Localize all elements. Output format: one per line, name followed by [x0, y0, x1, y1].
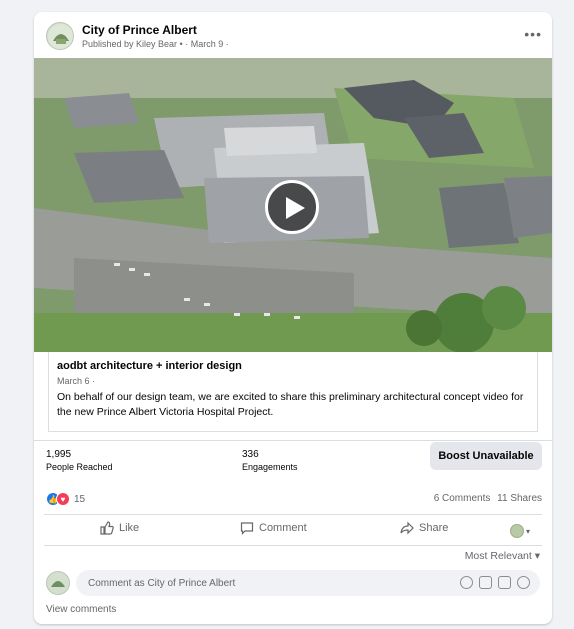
gif-icon[interactable] [498, 576, 511, 589]
share-arrow-icon [400, 521, 414, 535]
engagements-label: Engagements [242, 462, 298, 472]
shared-description: On behalf of our design team, we are exc… [57, 391, 524, 418]
comment-share-counts: 6 Comments 11 Shares [434, 493, 542, 504]
shared-link-preview[interactable]: aodbt architecture + interior design Mar… [48, 352, 538, 432]
post-card: City of Prince Albert Published by Kiley… [34, 12, 552, 624]
shares-count[interactable]: 11 Shares [497, 493, 542, 504]
comment-tools [460, 576, 530, 589]
share-label: Share [419, 522, 449, 534]
comments-count[interactable]: 6 Comments [434, 493, 491, 504]
like-label: Like [119, 522, 140, 534]
post-byline: Published by Kiley Bear • · March 9 · [82, 39, 229, 49]
post-header: City of Prince Albert Published by Kiley… [34, 12, 552, 58]
view-comments-link[interactable]: View comments [46, 604, 116, 615]
play-button[interactable] [265, 180, 319, 234]
reaction-count: 15 [74, 493, 86, 505]
play-icon [286, 197, 305, 219]
chevron-down-icon: ▾ [526, 526, 531, 536]
page-avatar[interactable] [46, 22, 74, 50]
more-options-button[interactable]: ••• [524, 26, 542, 42]
comment-composer [46, 570, 540, 596]
commenter-avatar [46, 571, 70, 595]
sticker-icon[interactable] [517, 576, 530, 589]
shared-date: March 6 · [57, 376, 96, 386]
people-reached-stat[interactable]: 1,995 People Reached [46, 449, 113, 472]
share-button[interactable]: Share [400, 521, 448, 535]
love-reaction-icon: ♥ [56, 492, 70, 506]
thumbs-up-icon [100, 521, 114, 535]
selected-page-avatar [510, 524, 524, 538]
page-name[interactable]: City of Prince Albert [82, 23, 197, 37]
boost-button[interactable]: Boost Unavailable [430, 442, 542, 470]
comment-sort-dropdown[interactable]: Most Relevant ▾ [465, 550, 540, 562]
engagements-stat[interactable]: 336 Engagements [242, 449, 298, 472]
engagement-counts: 👍 ♥ 15 6 Comments 11 Shares [34, 488, 552, 510]
camera-icon[interactable] [479, 576, 492, 589]
people-reached-value: 1,995 [46, 449, 72, 460]
video-player[interactable] [34, 58, 552, 352]
emoji-icon[interactable] [460, 576, 473, 589]
action-bar: Like Comment Share ▾ [44, 514, 542, 546]
speech-bubble-icon [240, 522, 254, 535]
comment-button[interactable]: Comment [240, 521, 307, 535]
post-as-selector[interactable]: ▾ [510, 523, 534, 539]
comment-label: Comment [259, 522, 307, 534]
like-button[interactable]: Like [100, 521, 139, 535]
engagements-value: 336 [242, 449, 259, 460]
shared-source-title[interactable]: aodbt architecture + interior design [57, 360, 242, 372]
people-reached-label: People Reached [46, 462, 113, 472]
reaction-summary[interactable]: 👍 ♥ 15 [46, 492, 85, 506]
